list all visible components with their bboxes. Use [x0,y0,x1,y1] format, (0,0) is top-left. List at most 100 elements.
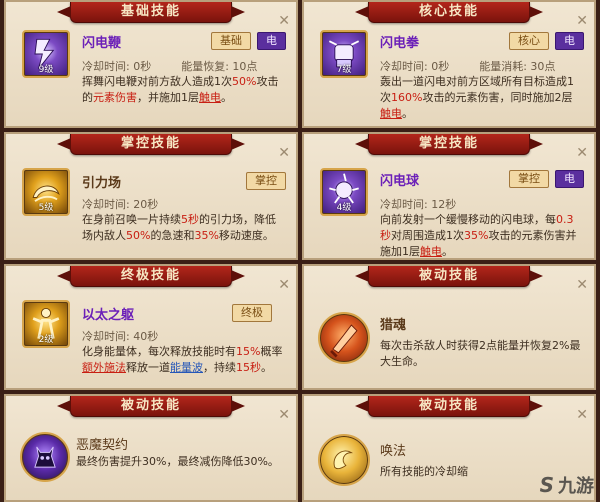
cooldown-text: 冷却时间: 12秒 [380,198,457,211]
card-banner: 终极技能 [70,266,232,287]
skill-level: 5级 [38,203,54,213]
tag-type: 基础 [211,32,251,50]
skill-tags: 终极 [232,304,272,322]
cost-text: 能量消耗: 30点 [479,60,556,73]
watermark-text: 九游 [558,476,594,497]
card-banner: 核心技能 [368,2,530,23]
skill-card-lightning-ball: 掌控技能 ✕ 4级 闪电球 掌控 电 冷却时间: 12秒 向前发射一个缓慢移动的… [302,132,596,260]
card-banner: 掌控技能 [368,134,530,155]
close-icon[interactable]: ✕ [278,408,290,422]
close-icon[interactable]: ✕ [278,146,290,160]
desc-segment: 触电 [380,107,402,120]
skill-card-gravity-field: 掌控技能 ✕ 5级 引力场 掌控 冷却时间: 20秒 在身前召唤一片持续5秒的引… [4,132,298,260]
skill-name: 闪电拳 [380,36,420,51]
soul-hunt-icon [318,312,370,364]
lightning-fist-icon: 7级 [320,30,368,78]
skill-level: 9级 [38,65,54,75]
skill-tags: 核心 电 [509,32,584,50]
skill-card-lightning-whip: 基础技能 ✕ 9级 闪电鞭 基础 电 冷却时间: 0秒 能量恢复: 10点 挥舞… [4,0,298,128]
desc-segment: 挥舞闪电鞭对前方敌人造成1次 [82,75,232,88]
skill-tags: 掌控 [246,172,286,190]
skill-level: 2级 [38,335,54,345]
close-icon[interactable]: ✕ [576,146,588,160]
skill-tags: 基础 电 [211,32,286,50]
watermark-logo-icon: S [539,473,554,497]
close-icon[interactable]: ✕ [576,14,588,28]
card-banner: 被动技能 [70,396,232,417]
cooldown-text: 冷却时间: 0秒 [380,60,450,73]
desc-segment: 5秒 [181,213,199,226]
desc-segment: 50% [232,75,257,88]
skill-card-demon-pact: 被动技能 ✕ 恶魔契约 最终伤害提升30%，最终减伤降低30%。 [4,394,298,502]
cooldown-text: 冷却时间: 20秒 [82,198,159,211]
desc-segment: 能量波 [170,361,203,374]
desc-segment: 移动速度。 [218,229,274,242]
skill-level: 7级 [336,65,352,75]
skill-meta: 冷却时间: 12秒 [380,196,584,212]
watermark: S 九游 [540,472,594,498]
desc-segment: 最终伤害提升30%，最终减伤降低30%。 [76,455,279,468]
desc-segment: 向前发射一个缓慢移动的闪电球，每 [380,213,556,226]
cost-text: 能量恢复: 10点 [181,60,258,73]
skill-name: 恶魔契约 [76,438,129,453]
desc-segment: 概率 [260,345,283,358]
skill-name: 闪电球 [380,174,420,189]
card-banner: 被动技能 [368,266,530,287]
desc-segment: ，持续 [203,361,236,374]
ether-body-icon: 2级 [22,300,70,348]
card-banner: 被动技能 [368,396,530,417]
desc-segment: 化身能量体，每次释放技能时有 [82,345,236,358]
tag-type: 终极 [232,304,272,322]
desc-segment: 。 [442,245,453,258]
lightning-whip-icon: 9级 [22,30,70,78]
cooldown-text: 冷却时间: 40秒 [82,330,159,343]
desc-segment: ，并施加1层 [137,91,199,104]
close-icon[interactable]: ✕ [278,14,290,28]
skill-grid: 基础技能 ✕ 9级 闪电鞭 基础 电 冷却时间: 0秒 能量恢复: 10点 挥舞… [0,0,600,502]
tag-element: 电 [257,32,286,50]
skill-meta: 冷却时间: 40秒 [82,328,286,344]
close-icon[interactable]: ✕ [576,278,588,292]
skill-meta: 冷却时间: 0秒 能量消耗: 30点 [380,58,584,74]
desc-segment: 每次击杀敌人时获得2点能量并恢复2%最大生命。 [380,339,581,368]
skill-description: 化身能量体，每次释放技能时有15%概率额外施法释放一道能量波，持续15秒。 [82,344,284,376]
desc-segment: 释放一道 [126,361,170,374]
desc-segment: 在身前召唤一片持续 [82,213,181,226]
skill-meta: 冷却时间: 20秒 [82,196,286,212]
desc-segment: 50% [126,229,151,242]
skill-card-ether-body: 终极技能 ✕ 2级 以太之躯 终极 冷却时间: 40秒 化身能量体，每次释放技能… [4,264,298,390]
desc-segment: 。 [261,361,272,374]
skill-name: 唤法 [380,444,407,459]
skill-card-soul-hunt: 被动技能 ✕ 猎魂 每次击杀敌人时获得2点能量并恢复2%最大生命。 [302,264,596,390]
tag-type: 掌控 [246,172,286,190]
skill-name: 猎魂 [380,318,407,333]
close-icon[interactable]: ✕ [576,408,588,422]
card-banner: 掌控技能 [70,134,232,155]
desc-segment: 。 [221,91,232,104]
skill-name: 引力场 [82,176,122,191]
tag-type: 核心 [509,32,549,50]
desc-segment: 所有技能的冷却缩 [380,465,468,478]
skill-description: 轰出一道闪电对前方区域所有目标造成1次160%攻击的元素伤害，同时施加2层触电。 [380,74,582,122]
close-icon[interactable]: ✕ [278,278,290,292]
gravity-field-icon: 5级 [22,168,70,216]
desc-segment: 元素伤害 [93,91,137,104]
desc-segment: 的急速和 [150,229,195,242]
summon-magic-icon [318,434,370,486]
skill-description: 最终伤害提升30%，最终减伤降低30%。 [76,454,284,470]
skill-tags: 掌控 电 [509,170,584,188]
desc-segment: 触电 [199,91,221,104]
desc-segment: 15% [236,345,261,358]
skill-description: 在身前召唤一片持续5秒的引力场，降低场内敌人50%的急速和35%移动速度。 [82,212,284,244]
card-banner: 基础技能 [70,2,232,23]
skill-card-lightning-fist: 核心技能 ✕ 7级 闪电拳 核心 电 冷却时间: 0秒 能量消耗: 30点 轰出… [302,0,596,128]
desc-segment: 35% [194,229,219,242]
lightning-ball-icon: 4级 [320,168,368,216]
skill-description: 每次击杀敌人时获得2点能量并恢复2%最大生命。 [380,338,582,370]
skill-description: 向前发射一个缓慢移动的闪电球，每0.3秒对周围造成1次35%攻击的元素伤害并施加… [380,212,582,258]
skill-name: 闪电鞭 [82,36,122,51]
tag-element: 电 [555,32,584,50]
skill-meta: 冷却时间: 0秒 能量恢复: 10点 [82,58,286,74]
desc-segment: 对周围造成1次 [391,229,464,242]
desc-segment: 。 [402,107,413,120]
